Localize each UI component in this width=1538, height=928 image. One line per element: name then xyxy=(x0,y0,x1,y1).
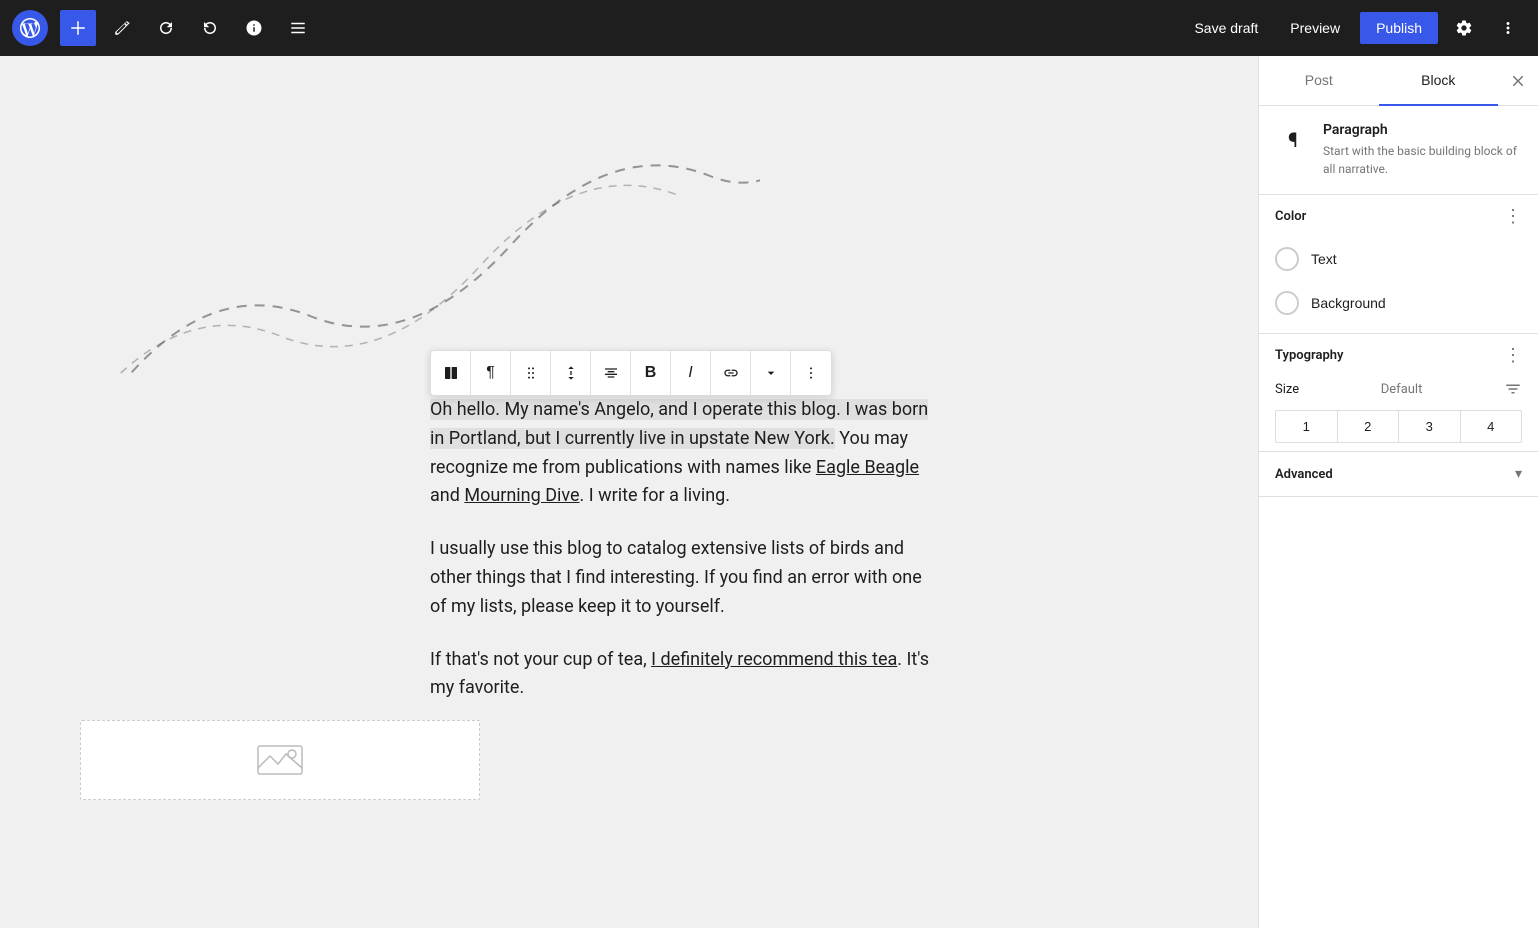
link-button[interactable] xyxy=(711,351,751,395)
typography-more-button[interactable]: ⋮ xyxy=(1504,346,1522,364)
move-up-down-button[interactable] xyxy=(551,351,591,395)
font-size-2-button[interactable]: 2 xyxy=(1338,411,1400,442)
right-sidebar: Post Block ¶ Paragraph Start with the ba… xyxy=(1258,56,1538,928)
top-toolbar: Save draft Preview Publish xyxy=(0,0,1538,56)
typography-section: Typography ⋮ Size Default 1 2 3 4 xyxy=(1259,334,1538,452)
text-color-circle xyxy=(1275,247,1299,271)
block-info-text: Paragraph Start with the basic building … xyxy=(1323,122,1522,178)
add-block-button[interactable] xyxy=(60,10,96,46)
preview-button[interactable]: Preview xyxy=(1278,14,1352,42)
text-color-option[interactable]: Text xyxy=(1259,237,1538,281)
mourning-dive-link[interactable]: Mourning Dive xyxy=(464,485,579,506)
text-color-label: Text xyxy=(1311,251,1337,267)
align-button[interactable] xyxy=(591,351,631,395)
color-more-button[interactable]: ⋮ xyxy=(1504,207,1522,225)
bold-button[interactable]: B xyxy=(631,351,671,395)
font-size-options: 1 2 3 4 xyxy=(1275,410,1522,443)
background-color-option[interactable]: Background xyxy=(1259,281,1538,325)
paragraph-button[interactable]: ¶ xyxy=(471,351,511,395)
sidebar-tabs: Post Block xyxy=(1259,56,1538,106)
undo-button[interactable] xyxy=(148,10,184,46)
paragraph-2[interactable]: I usually use this blog to catalog exten… xyxy=(430,535,930,621)
size-control-icon[interactable] xyxy=(1504,380,1522,398)
paragraph-1[interactable]: Oh hello. My name's Angelo, and I operat… xyxy=(430,396,930,511)
image-block[interactable] xyxy=(80,696,500,800)
redo-button[interactable] xyxy=(192,10,228,46)
advanced-section: Advanced ▾ xyxy=(1259,452,1538,497)
block-info: ¶ Paragraph Start with the basic buildin… xyxy=(1259,106,1538,195)
top-bar-right: Save draft Preview Publish xyxy=(1182,10,1526,46)
font-size-1-button[interactable]: 1 xyxy=(1276,411,1338,442)
background-color-label: Background xyxy=(1311,295,1386,311)
list-view-button[interactable] xyxy=(280,10,316,46)
drag-handle[interactable] xyxy=(511,351,551,395)
tab-post[interactable]: Post xyxy=(1259,56,1379,106)
block-type-button[interactable] xyxy=(431,351,471,395)
tab-block[interactable]: Block xyxy=(1379,56,1499,106)
paragraph-icon: ¶ xyxy=(1275,122,1311,158)
advanced-section-header[interactable]: Advanced ▾ xyxy=(1259,452,1538,496)
wp-logo[interactable] xyxy=(12,10,48,46)
paragraph-3[interactable]: If that's not your cup of tea, I definit… xyxy=(430,646,930,704)
decorative-sketch xyxy=(60,96,760,376)
font-size-4-button[interactable]: 4 xyxy=(1461,411,1522,442)
background-color-circle xyxy=(1275,291,1299,315)
typography-section-header[interactable]: Typography ⋮ xyxy=(1259,334,1538,376)
editor-area[interactable]: ¶ B I xyxy=(0,56,1258,928)
eagle-beagle-link[interactable]: Eagle Beagle xyxy=(816,457,919,478)
editor-content-wrapper: ¶ B I xyxy=(0,56,1258,928)
more-rich-text-button[interactable] xyxy=(751,351,791,395)
settings-button[interactable] xyxy=(1446,10,1482,46)
block-options-button[interactable] xyxy=(791,351,831,395)
more-options-button[interactable] xyxy=(1490,10,1526,46)
close-sidebar-button[interactable] xyxy=(1498,56,1538,105)
tea-link[interactable]: I definitely recommend this tea xyxy=(651,649,897,670)
font-size-3-button[interactable]: 3 xyxy=(1399,411,1461,442)
save-draft-button[interactable]: Save draft xyxy=(1182,14,1270,42)
edit-tool-button[interactable] xyxy=(104,10,140,46)
content-paragraphs[interactable]: Oh hello. My name's Angelo, and I operat… xyxy=(430,396,930,727)
advanced-chevron-icon: ▾ xyxy=(1515,466,1522,482)
color-section: Color ⋮ Text Background xyxy=(1259,195,1538,334)
info-button[interactable] xyxy=(236,10,272,46)
italic-button[interactable]: I xyxy=(671,351,711,395)
color-section-header[interactable]: Color ⋮ xyxy=(1259,195,1538,237)
size-default-value: Default xyxy=(1381,382,1423,397)
publish-button[interactable]: Publish xyxy=(1360,12,1438,44)
main-layout: ¶ B I xyxy=(0,56,1538,928)
size-label: Size xyxy=(1275,382,1299,397)
image-placeholder[interactable] xyxy=(80,720,480,800)
block-toolbar: ¶ B I xyxy=(430,350,832,396)
